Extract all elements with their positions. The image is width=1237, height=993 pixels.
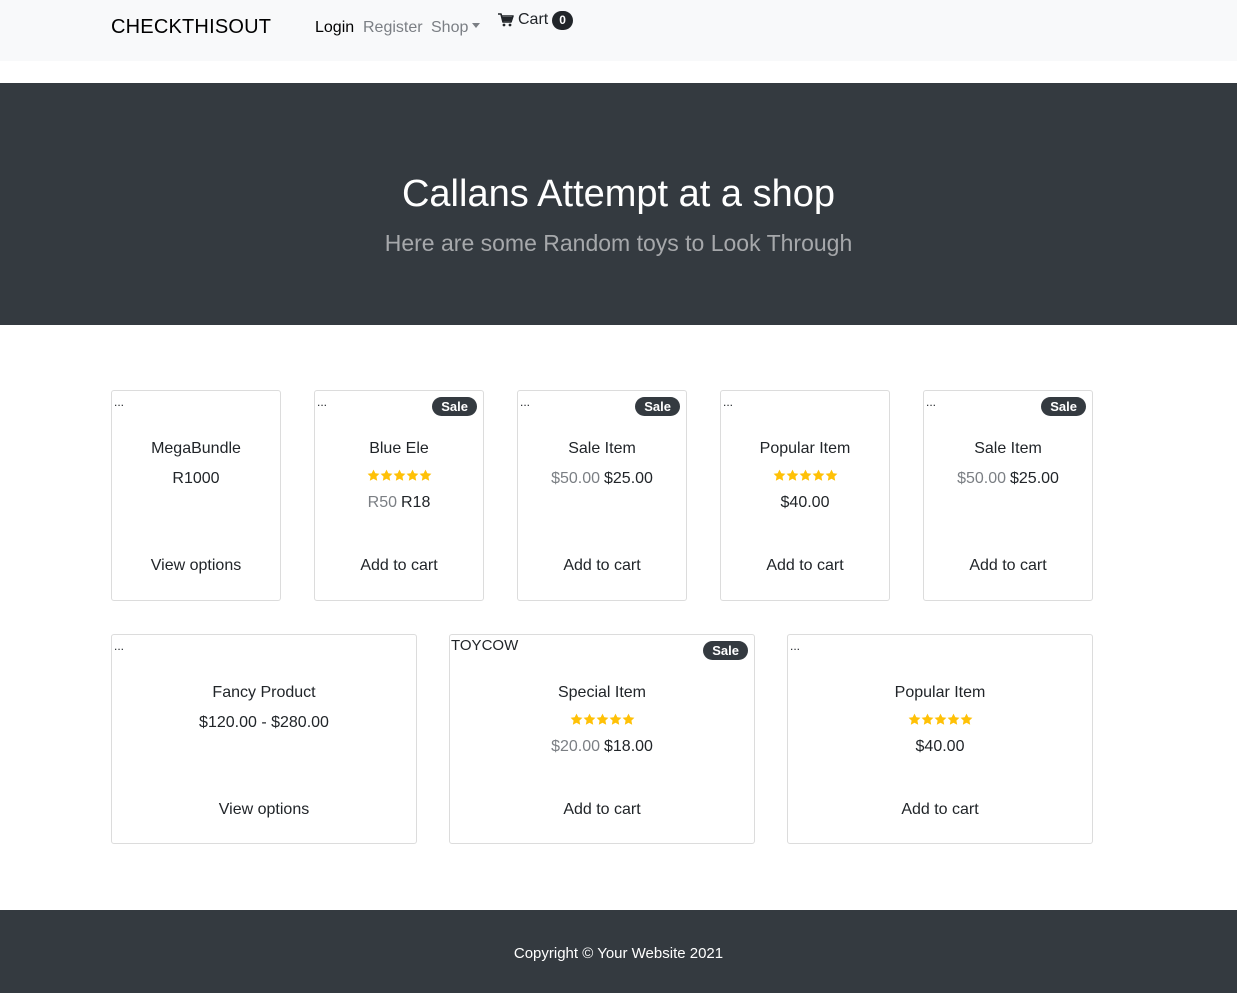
product-name: Popular Item [759,440,851,457]
chevron-down-icon [472,23,481,29]
star-icon [419,469,431,481]
copyright-text: Copyright © Your Website 2021 [513,945,724,962]
star-rating [315,469,483,483]
brand-logo[interactable]: CHECKTHISOUT [111,16,271,39]
cart-count-badge: 0 [552,10,573,30]
product-price-row: $20.00 $18.00 [450,738,754,756]
product-name: MegaBundle [151,440,241,457]
sale-badge: Sale [635,397,680,416]
star-icon [934,713,946,725]
product-image: ... [317,395,328,409]
star-icon [799,469,811,481]
product-card: ... MegaBundle R1000 View options [111,390,281,601]
product-price: $40.00 [780,494,830,511]
product-image: TOYCOW [451,637,519,654]
view-options-button[interactable]: View options [112,557,280,575]
product-card: TOYCOW Sale Special Item $20.00 $18.00 Ad… [449,634,755,844]
cart-button[interactable]: Cart 0 [498,9,573,31]
star-rating [450,713,754,727]
star-icon [583,713,595,725]
sale-badge: Sale [1041,397,1086,416]
old-price: $20.00 [551,738,600,755]
add-to-cart-button[interactable]: Add to cart [518,557,686,575]
product-image: ... [926,395,937,409]
hero-subtitle: Here are some Random toys to Look Throug… [384,230,853,256]
product-price: $120.00 - $280.00 [199,714,329,731]
nav-register-link[interactable]: Register [363,19,423,37]
star-icon [812,469,824,481]
product-name: Blue Ele [369,440,429,457]
add-to-cart-button[interactable]: Add to cart [315,557,483,575]
star-rating [788,713,1092,727]
star-icon [786,469,798,481]
product-card: ... Popular Item $40.00 Add to cart [720,390,890,601]
product-name: Sale Item [974,440,1042,457]
product-price-row: $50.00 $25.00 [924,470,1092,488]
star-icon [609,713,621,725]
add-to-cart-button[interactable]: Add to cart [924,557,1092,575]
product-card: ... Popular Item $40.00 Add to cart [787,634,1093,844]
star-icon [947,713,959,725]
product-image: ... [114,639,125,653]
product-name: Fancy Product [212,684,316,701]
cart-icon [498,13,514,27]
product-image: ... [520,395,531,409]
sale-badge: Sale [432,397,477,416]
product-price: $40.00 [915,738,965,755]
product-card: ... Fancy Product $120.00 - $280.00 View… [111,634,417,844]
star-icon [380,469,392,481]
product-card: ... Sale Sale Item $50.00 $25.00 Add to c… [517,390,687,601]
add-to-cart-button[interactable]: Add to cart [450,801,754,819]
product-price: R18 [401,494,431,511]
star-icon [921,713,933,725]
star-rating [721,469,889,483]
star-icon [570,713,582,725]
product-name: Sale Item [568,440,636,457]
product-price: $25.00 [604,470,653,487]
add-to-cart-button[interactable]: Add to cart [788,801,1092,819]
product-price: $25.00 [1010,470,1059,487]
product-image: ... [723,395,734,409]
old-price: $50.00 [551,470,600,487]
cart-label: Cart [518,11,549,28]
product-image: ... [790,639,801,653]
old-price: R50 [367,494,397,511]
nav-login-link[interactable]: Login [315,19,354,37]
star-icon [596,713,608,725]
product-name: Special Item [557,684,647,701]
product-price-row: $50.00 $25.00 [518,470,686,488]
star-icon [960,713,972,725]
hero-header: Callans Attempt at a shop Here are some … [0,83,1237,325]
view-options-button[interactable]: View options [112,801,416,819]
nav-shop-dropdown[interactable]: Shop [431,19,481,37]
footer: Copyright © Your Website 2021 [0,910,1237,993]
product-price-row: R50 R18 [315,494,483,512]
product-name: Popular Item [894,684,986,701]
nav-shop-label: Shop [431,19,469,36]
product-card: ... Sale Blue Ele R50 R18 Add to cart [314,390,484,601]
product-card: ... Sale Sale Item $50.00 $25.00 Add to c… [923,390,1093,601]
star-icon [773,469,785,481]
product-image: ... [114,395,125,409]
hero-title: Callans Attempt at a shop [401,173,836,215]
product-price: R1000 [172,470,220,487]
add-to-cart-button[interactable]: Add to cart [721,557,889,575]
star-icon [367,469,379,481]
old-price: $50.00 [957,470,1006,487]
star-icon [406,469,418,481]
star-icon [393,469,405,481]
product-price: $18.00 [604,738,653,755]
top-navbar: CHECKTHISOUT Login Register Shop Cart 0 [0,0,1237,61]
sale-badge: Sale [703,641,748,660]
star-icon [908,713,920,725]
star-icon [825,469,837,481]
star-icon [622,713,634,725]
